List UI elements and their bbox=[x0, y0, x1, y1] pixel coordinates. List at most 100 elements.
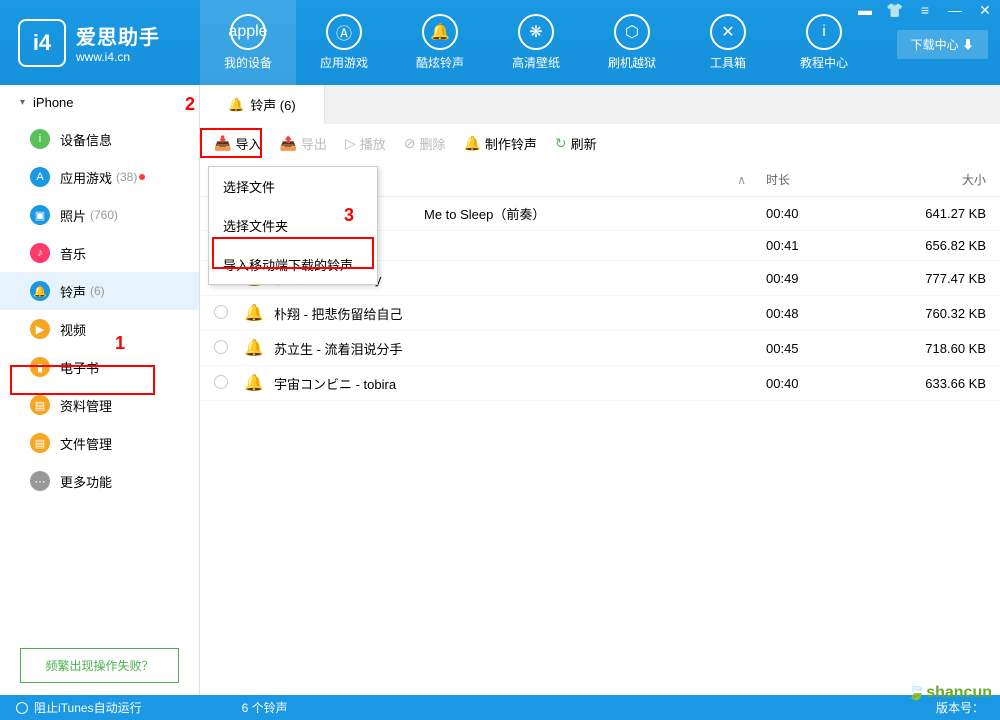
col-size-header[interactable]: 大小 bbox=[886, 171, 986, 188]
tab-label: 铃声 (6) bbox=[250, 95, 296, 114]
row-checkbox[interactable] bbox=[214, 305, 228, 319]
nav-应用游戏[interactable]: Ⓐ应用游戏 bbox=[296, 0, 392, 85]
make-ringtone-button[interactable]: 🔔 制作铃声 bbox=[463, 134, 536, 153]
nav-label: 酷炫铃声 bbox=[416, 54, 464, 71]
row-name-cell: 🔔宇宙コンビニ - tobira bbox=[244, 373, 766, 393]
col-duration-header[interactable]: 时长 bbox=[766, 171, 886, 188]
row-duration: 00:45 bbox=[766, 341, 886, 356]
refresh-label: 刷新 bbox=[571, 134, 597, 153]
bell-icon: 🔔 bbox=[228, 97, 244, 113]
row-size: 633.66 KB bbox=[886, 376, 986, 391]
sidebar-icon: ⋯ bbox=[30, 471, 50, 491]
row-check-cell bbox=[214, 375, 244, 392]
nav-label: 刷机越狱 bbox=[608, 54, 656, 71]
device-selector[interactable]: iPhone bbox=[0, 85, 199, 120]
refresh-button[interactable]: ↻ 刷新 bbox=[555, 134, 597, 153]
table-row[interactable]: 🔔宇宙コンビニ - tobira00:40633.66 KB bbox=[200, 366, 1000, 401]
app-body: iPhone i设备信息A应用游戏(38)▣照片(760)♪音乐🔔铃声(6)▶视… bbox=[0, 85, 1000, 695]
table-row[interactable]: 🔔朴翔 - 把悲伤留给自己00:48760.32 KB bbox=[200, 296, 1000, 331]
menu-icon[interactable]: ≡ bbox=[910, 0, 940, 20]
app-header: i4 爱思助手 www.i4.cn apple我的设备Ⓐ应用游戏 🔔 酷炫铃声 ❋高清… bbox=[0, 0, 1000, 85]
refresh-icon: ↻ bbox=[555, 135, 567, 152]
row-checkbox[interactable] bbox=[214, 340, 228, 354]
cube-icon: ⬡ bbox=[614, 14, 650, 50]
bell-icon: 🔔 bbox=[422, 14, 458, 50]
sidebar-label: 更多功能 bbox=[60, 472, 112, 491]
sidebar-item-音乐[interactable]: ♪音乐 bbox=[0, 234, 199, 272]
import-label: 导入 bbox=[235, 134, 261, 153]
row-duration: 00:40 bbox=[766, 206, 886, 221]
row-size: 760.32 KB bbox=[886, 306, 986, 321]
tabs-bar: 🔔 铃声 (6) bbox=[200, 85, 1000, 124]
sidebar-icon: ▤ bbox=[30, 433, 50, 453]
row-duration: 00:41 bbox=[766, 238, 886, 253]
skin-icon[interactable]: 👕 bbox=[880, 0, 910, 20]
row-checkbox[interactable] bbox=[214, 375, 228, 389]
window-controls: ▬ 👕 ≡ — ✕ bbox=[850, 0, 1000, 20]
sidebar-item-更多功能[interactable]: ⋯ 更多功能 bbox=[0, 462, 199, 500]
make-label: 制作铃声 bbox=[485, 134, 537, 153]
sidebar-item-文件管理[interactable]: ▤ 文件管理 bbox=[0, 424, 199, 462]
sidebar-item-视频[interactable]: ▶视频 bbox=[0, 310, 199, 348]
sidebar-label: 文件管理 bbox=[60, 434, 112, 453]
nav-label: 工具箱 bbox=[710, 54, 746, 71]
flower-icon: ❋ bbox=[518, 14, 554, 50]
sidebar-item-应用游戏[interactable]: A应用游戏(38) bbox=[0, 158, 199, 196]
table-row[interactable]: 🔔苏立生 - 流着泪说分手00:45718.60 KB bbox=[200, 331, 1000, 366]
sidebar-item-铃声[interactable]: 🔔铃声(6) bbox=[0, 272, 199, 310]
row-name-text: Me to Sleep（前奏） bbox=[424, 204, 545, 223]
import-button[interactable]: 📥 导入 bbox=[214, 134, 261, 153]
row-size: 656.82 KB bbox=[886, 238, 986, 253]
delete-button[interactable]: ⊘ 删除 bbox=[404, 134, 446, 153]
nav-工具箱[interactable]: ✕工具箱 bbox=[680, 0, 776, 85]
bell-icon: 🔔 bbox=[244, 373, 264, 393]
play-label: 播放 bbox=[360, 134, 386, 153]
annotation-3: 3 bbox=[344, 205, 354, 226]
sidebar-count: (760) bbox=[90, 208, 118, 222]
sidebar-label: 设备信息 bbox=[60, 130, 112, 149]
sidebar-count: (6) bbox=[90, 284, 105, 298]
sidebar-icon: ▮ bbox=[30, 357, 50, 377]
close-icon[interactable]: ✕ bbox=[970, 0, 1000, 20]
row-name-cell: 🔔 苏立生 - 流着泪说分手 bbox=[244, 338, 766, 358]
dropdown-item-2[interactable]: 导入移动端下载的铃声 bbox=[209, 245, 377, 284]
bell-icon: 🔔 bbox=[244, 338, 264, 358]
nav-酷炫铃声[interactable]: 🔔 酷炫铃声 bbox=[392, 0, 488, 85]
play-button[interactable]: ▷ 播放 bbox=[345, 134, 386, 153]
sidebar-label: 应用游戏 bbox=[60, 168, 112, 187]
notification-dot bbox=[139, 174, 145, 180]
download-center-button[interactable]: 下载中心 ⬇ bbox=[897, 30, 988, 59]
tab-ringtones[interactable]: 🔔 铃声 (6) bbox=[200, 85, 325, 124]
dropdown-item-0[interactable]: 选择文件 bbox=[209, 167, 377, 206]
help-link[interactable]: 频繁出现操作失败？ bbox=[20, 648, 179, 683]
row-check-cell bbox=[214, 340, 244, 357]
logo-area: i4 爱思助手 www.i4.cn bbox=[0, 19, 200, 67]
nav-刷机越狱[interactable]: ⬡ 刷机越狱 bbox=[584, 0, 680, 85]
apple-icon: apple bbox=[230, 14, 266, 50]
export-icon: 📤 bbox=[279, 135, 296, 152]
sidebar-icon: ▤ bbox=[30, 395, 50, 415]
sidebar-label: 照片 bbox=[60, 206, 86, 225]
sidebar-icon: ♪ bbox=[30, 243, 50, 263]
export-label: 导出 bbox=[301, 134, 327, 153]
row-name-text: 苏立生 - 流着泪说分手 bbox=[274, 339, 403, 358]
sidebar-item-设备信息[interactable]: i设备信息 bbox=[0, 120, 199, 158]
row-duration: 00:48 bbox=[766, 306, 886, 321]
delete-icon: ⊘ bbox=[404, 135, 416, 152]
import-icon: 📥 bbox=[214, 135, 231, 152]
main-content: 🔔 铃声 (6) 📥 导入 📤 导出 ▷ 播放 ⊘ 删除 🔔 bbox=[200, 85, 1000, 695]
nav-我的设备[interactable]: apple我的设备 bbox=[200, 0, 296, 85]
row-duration: 00:49 bbox=[766, 271, 886, 286]
top-nav: apple我的设备Ⓐ应用游戏🔔酷炫铃声❋高清壁纸⬡刷机越狱✕工具箱i教程中心 bbox=[200, 0, 872, 85]
sidebar-item-资料管理[interactable]: ▤资料管理 bbox=[0, 386, 199, 424]
toolbar: 📥 导入 📤 导出 ▷ 播放 ⊘ 删除 🔔 制作铃声 ↻ 刷新 bbox=[200, 124, 1000, 163]
minimize-icon[interactable]: — bbox=[940, 0, 970, 20]
sidebar-list: i设备信息A应用游戏(38)▣照片(760)♪音乐🔔铃声(6)▶视频▮电子书▤资… bbox=[0, 120, 199, 636]
A-icon: Ⓐ bbox=[326, 14, 362, 50]
sidebar-item-电子书[interactable]: ▮电子书 bbox=[0, 348, 199, 386]
export-button[interactable]: 📤 导出 bbox=[279, 134, 326, 153]
feedback-icon[interactable]: ▬ bbox=[850, 0, 880, 20]
itunes-block-toggle[interactable]: 阻止iTunes自动运行 bbox=[16, 699, 142, 716]
sidebar-item-照片[interactable]: ▣照片(760) bbox=[0, 196, 199, 234]
nav-高清壁纸[interactable]: ❋高清壁纸 bbox=[488, 0, 584, 85]
